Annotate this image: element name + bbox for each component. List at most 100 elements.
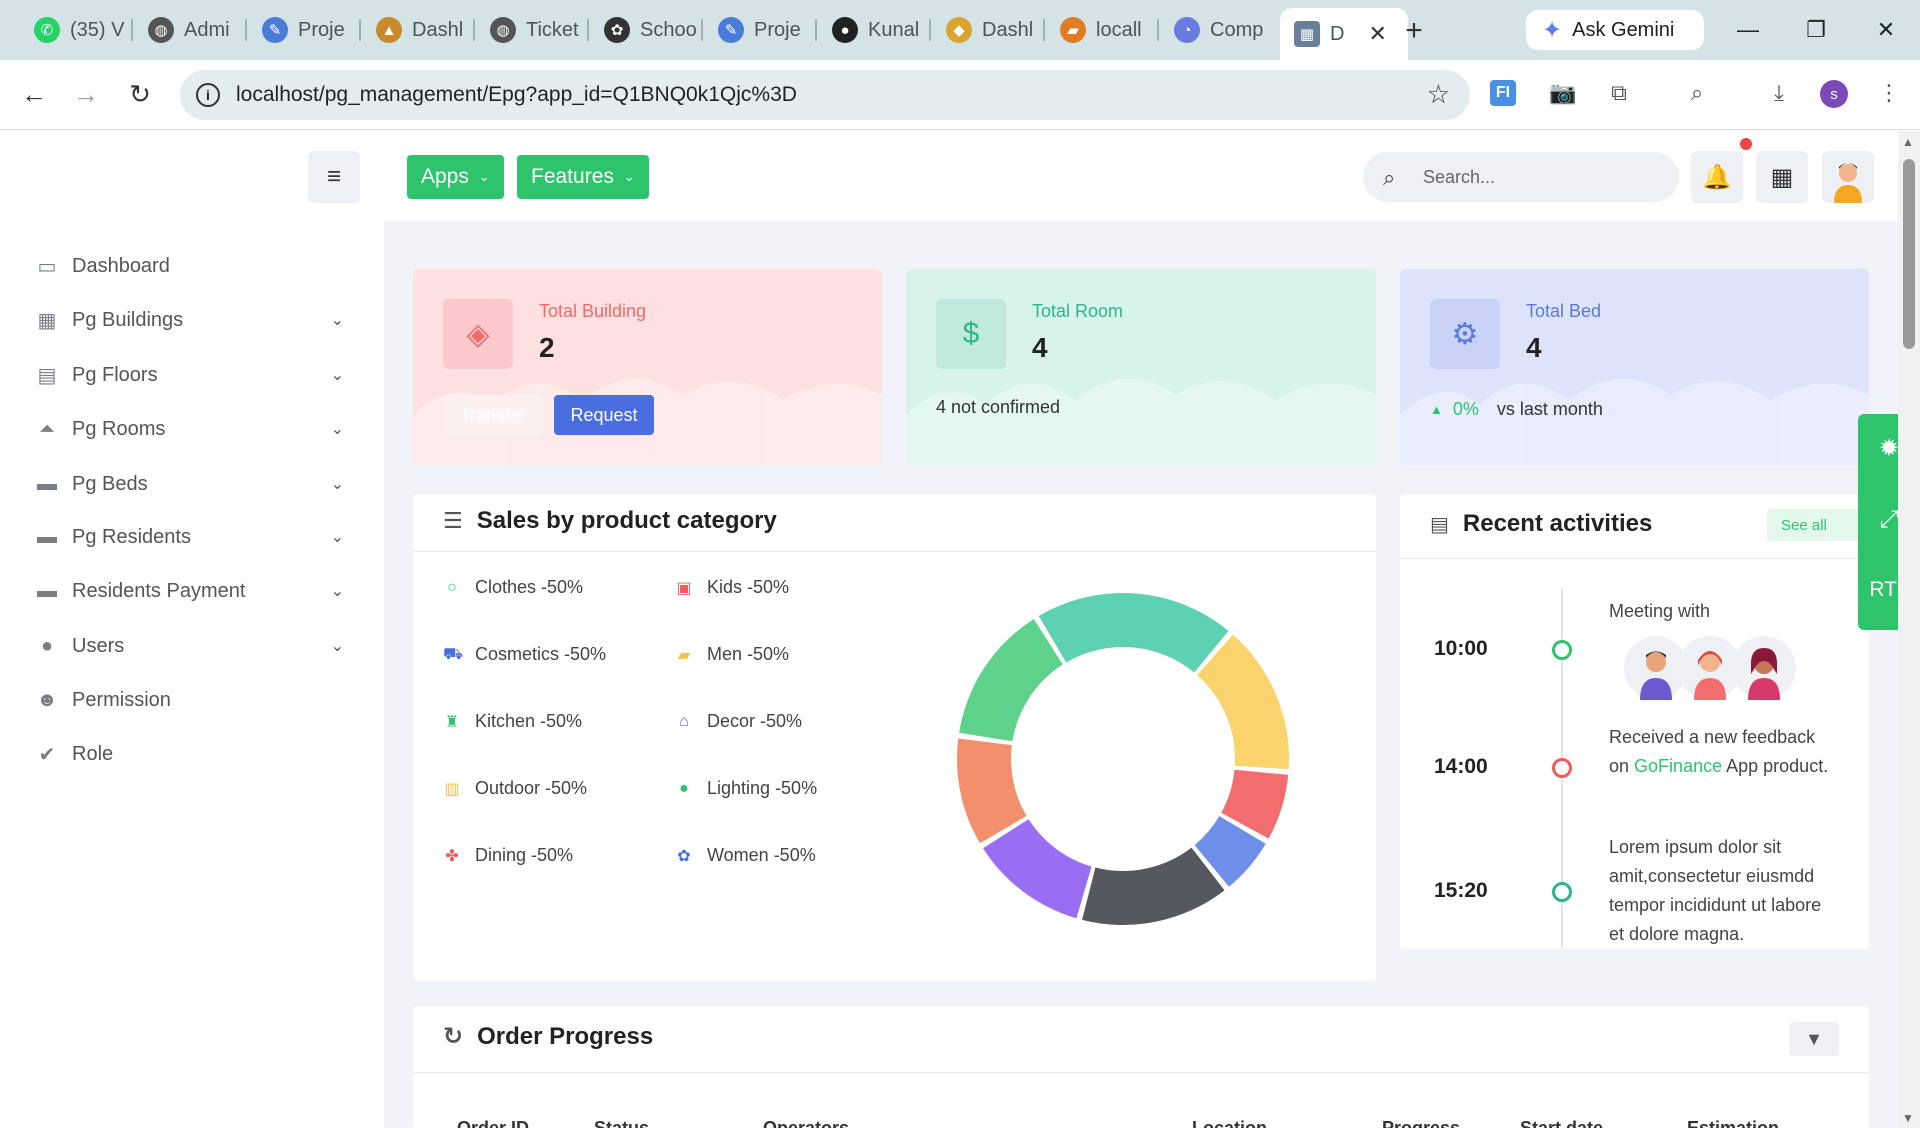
sidebar-item-label: Pg Residents: [72, 525, 191, 548]
profile-avatar[interactable]: s: [1820, 80, 1848, 108]
donut-slice: [959, 619, 1063, 742]
restore-button[interactable]: ❐: [1796, 10, 1836, 50]
timeline-dot: [1552, 640, 1572, 660]
total-bed-value: 4: [1526, 332, 1542, 363]
menu-dots-icon[interactable]: ⋮: [1872, 76, 1906, 110]
new-tab-button[interactable]: +: [1398, 14, 1430, 48]
legend-label: Kids -50%: [707, 577, 790, 597]
browser-tab[interactable]: ◍ Admi: [134, 8, 244, 52]
screen-search-icon[interactable]: ⌕: [1680, 76, 1714, 110]
filter-icon: ▼: [1805, 1028, 1823, 1049]
phpmyadmin-icon: ▰: [1060, 17, 1086, 43]
total-building-value: 2: [539, 332, 555, 363]
legend-label: Kitchen -50%: [475, 711, 583, 731]
sidebar-item-pg-floors[interactable]: ▤ Pg Floors ⌄: [34, 353, 354, 397]
legend-item: ▣ Kids -50%: [675, 577, 789, 598]
minimize-button[interactable]: —: [1728, 10, 1768, 50]
activity-text: Lorem ipsum dolor sit amit,consectetur e…: [1609, 837, 1822, 944]
request-button[interactable]: Request: [554, 395, 654, 435]
sidebar-item-pg-residents[interactable]: ▬ Pg Residents ⌄: [34, 515, 354, 559]
kitchen-icon: ♜: [444, 713, 460, 731]
chevron-down-icon: ⌄: [330, 367, 344, 384]
ask-gemini-button[interactable]: ✦ Ask Gemini: [1526, 10, 1704, 50]
browser-tab[interactable]: ✆ (35) V: [20, 8, 130, 52]
total-room-label: Total Room: [1032, 301, 1124, 321]
project-icon: ✎: [262, 17, 288, 43]
info-icon[interactable]: i: [196, 83, 220, 107]
forward-button[interactable]: →: [66, 74, 106, 114]
browser-tab[interactable]: ✿ Schoo: [590, 8, 700, 52]
browser-tab[interactable]: ◔ Comp: [1160, 8, 1270, 52]
tab-separator: [701, 19, 703, 41]
browser-tab[interactable]: ▲ Dashl: [362, 8, 472, 52]
browser-tab[interactable]: ◍ Ticket: [476, 8, 586, 52]
legend-label: Cosmetics -50%: [475, 644, 607, 664]
url-text: localhost/pg_management/Epg?app_id=Q1BNQ…: [236, 83, 797, 106]
sidebar-item-residents-payment[interactable]: ▬ Residents Payment ⌄: [34, 569, 354, 613]
database-icon: ☰: [443, 508, 463, 533]
browser-tab[interactable]: ● Kunal: [818, 8, 928, 52]
filter-button[interactable]: ▼: [1789, 1022, 1839, 1056]
chevron-down-icon: ⌄: [330, 421, 344, 438]
legend-item: ♜ Kitchen -50%: [443, 711, 582, 732]
scroll-down-icon[interactable]: ▼: [1902, 1111, 1914, 1125]
sidebar-item-label: Pg Beds: [72, 472, 148, 495]
back-button[interactable]: ←: [14, 74, 54, 114]
chevron-down-icon: ⌄: [330, 529, 344, 546]
search-input[interactable]: ⌕ Search...: [1363, 152, 1679, 202]
close-window-button[interactable]: ✕: [1866, 10, 1906, 50]
decor-icon: ⌂: [679, 712, 689, 730]
sidebar-item-users[interactable]: ● Users ⌄: [34, 624, 354, 668]
tab-separator: [131, 19, 133, 41]
apps-dropdown-button[interactable]: Apps ⌄: [407, 155, 504, 199]
camera-icon[interactable]: 📷: [1546, 76, 1580, 110]
legend-item: ✿ Women -50%: [675, 845, 815, 866]
tab-separator: [929, 19, 931, 41]
features-dropdown-button[interactable]: Features ⌄: [517, 155, 649, 199]
browser-tab[interactable]: ✎ Proje: [248, 8, 358, 52]
tab-label: Comp: [1210, 18, 1264, 41]
webhook-icon: ⚙: [1430, 299, 1500, 369]
tab-label: Kunal: [868, 18, 920, 41]
active-tab[interactable]: ▦ D ✕: [1280, 8, 1408, 60]
page-scrollbar[interactable]: ▲ ▼: [1898, 131, 1920, 1128]
reload-button[interactable]: ↻: [120, 74, 160, 114]
tab-separator: [473, 19, 475, 41]
puzzle-icon[interactable]: ⧉: [1602, 76, 1636, 110]
bed-icon: ▬: [37, 525, 57, 548]
browser-tab[interactable]: ▰ locall: [1046, 8, 1156, 52]
legend-label: Men -50%: [707, 644, 790, 664]
legend-item: ● Lighting -50%: [675, 778, 817, 799]
table-column-header: Operators: [763, 1118, 850, 1128]
scroll-up-icon[interactable]: ▲: [1902, 135, 1914, 149]
see-all-button[interactable]: See all: [1767, 509, 1869, 541]
sidebar: ≡ ▭ Dashboard ▦ Pg Buildings ⌄ ▤ Pg Floors ⌄ ⏶ Pg…: [0, 131, 384, 1128]
notification-button[interactable]: 🔔: [1691, 151, 1743, 203]
sidebar-item-role[interactable]: ✔ Role: [34, 732, 354, 776]
sidebar-item-pg-rooms[interactable]: ⏶ Pg Rooms ⌄: [34, 407, 354, 451]
user-avatar[interactable]: [1822, 151, 1874, 203]
browser-tab[interactable]: ◆ Dashl: [932, 8, 1042, 52]
money-icon: $: [936, 299, 1006, 369]
legend-label: Clothes -50%: [475, 577, 584, 597]
sidebar-item-pg-buildings[interactable]: ▦ Pg Buildings ⌄: [34, 298, 354, 342]
chevron-down-icon: ⌄: [623, 169, 635, 184]
close-icon[interactable]: ✕: [1368, 21, 1386, 47]
legend-label: Outdoor -50%: [475, 778, 588, 798]
extension-icon[interactable]: FI: [1490, 80, 1516, 106]
scrollbar-thumb[interactable]: [1903, 159, 1915, 349]
bookmark-star-icon[interactable]: ☆: [1427, 79, 1450, 110]
sidebar-item-dashboard[interactable]: ▭ Dashboard: [34, 244, 354, 288]
sidebar-item-permission[interactable]: ☻ Permission: [34, 678, 354, 722]
sidebar-collapse-button[interactable]: ≡: [308, 151, 360, 203]
activity-text: Meeting with: [1609, 601, 1711, 621]
url-field[interactable]: i localhost/pg_management/Epg?app_id=Q1B…: [180, 70, 1470, 120]
apps-label: Apps: [421, 165, 469, 188]
active-tab-label: D: [1330, 22, 1345, 45]
download-icon[interactable]: ⤓: [1762, 76, 1796, 110]
grid-button[interactable]: ▦: [1756, 151, 1808, 203]
transfer-button[interactable]: Transfer: [443, 395, 543, 435]
gofinance-link[interactable]: GoFinance: [1634, 756, 1722, 776]
browser-tab[interactable]: ✎ Proje: [704, 8, 814, 52]
sidebar-item-pg-beds[interactable]: ▬ Pg Beds ⌄: [34, 462, 354, 506]
